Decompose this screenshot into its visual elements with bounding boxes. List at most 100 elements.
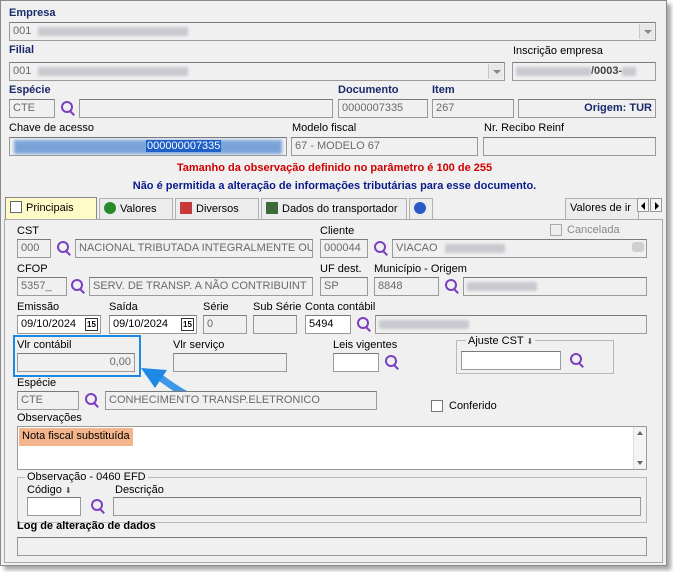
- chevron-down-icon[interactable]: [639, 24, 654, 39]
- inscricao-redacted: [516, 66, 591, 76]
- ajuste-cst-field[interactable]: [461, 351, 561, 370]
- tab-bar: Principais Valores Diversos Dados do tra…: [3, 197, 664, 220]
- gear-icon[interactable]: [632, 242, 644, 252]
- inscricao-value: /0003-: [591, 65, 623, 77]
- conta-label: Conta contábil: [305, 301, 376, 313]
- codigo-label: Código ⬇: [27, 484, 72, 496]
- tab-dados-transportador-label: Dados do transportador: [282, 203, 398, 215]
- search-icon[interactable]: [59, 99, 77, 117]
- especie-field[interactable]: CTE: [9, 99, 55, 118]
- especie-desc-field[interactable]: [79, 99, 333, 118]
- documento-label: Documento: [338, 84, 399, 96]
- cancelada-checkbox[interactable]: [550, 224, 562, 236]
- calendar-icon: [180, 202, 192, 214]
- chevron-left-icon: [641, 202, 645, 210]
- tab-valores[interactable]: Valores: [99, 198, 173, 219]
- search-icon[interactable]: [372, 239, 390, 257]
- info-icon: [414, 202, 426, 214]
- search-icon[interactable]: [89, 497, 107, 515]
- tab-diversos[interactable]: Diversos: [175, 198, 259, 219]
- especie-main-code-field[interactable]: CTE: [17, 391, 79, 410]
- saida-value: 09/10/2024: [113, 318, 169, 330]
- tab-principais-label: Principais: [26, 202, 74, 214]
- chevron-right-icon: [655, 202, 659, 210]
- ajuste-cst-text: Ajuste CST: [468, 335, 524, 347]
- leis-field[interactable]: [333, 353, 379, 372]
- search-icon[interactable]: [69, 277, 87, 295]
- municipio-name-field[interactable]: [463, 277, 647, 296]
- window: Empresa 001 Filial Inscrição empresa 001…: [0, 0, 667, 566]
- filial-select[interactable]: 001: [9, 62, 505, 81]
- search-icon[interactable]: [55, 239, 73, 257]
- filial-label: Filial: [9, 44, 35, 56]
- cst-code-field[interactable]: 000: [17, 239, 51, 258]
- chave-value: 000000007335: [146, 140, 222, 152]
- tab-scroll-right[interactable]: [650, 198, 662, 212]
- descricao-field[interactable]: [113, 497, 641, 516]
- documento-field[interactable]: 0000007335: [338, 99, 428, 118]
- tab-principais[interactable]: Principais: [5, 197, 97, 220]
- uf-label: UF dest.: [320, 263, 362, 275]
- obs-textarea[interactable]: Nota fiscal substituída: [17, 426, 647, 470]
- tab-valores-label: Valores: [120, 203, 157, 215]
- log-label: Log de alteração de dados: [17, 520, 156, 532]
- chave-field[interactable]: 000000007335: [9, 137, 287, 156]
- arrow-down-icon: ⬇: [64, 486, 72, 495]
- modelo-field[interactable]: 67 - MODELO 67: [291, 137, 478, 156]
- empresa-select[interactable]: 001: [9, 22, 656, 41]
- modelo-label: Modelo fiscal: [292, 122, 357, 134]
- subserie-field[interactable]: [253, 315, 297, 334]
- item-field[interactable]: 267: [432, 99, 514, 118]
- obs0460-label: Observação - 0460 EFD: [25, 471, 148, 483]
- codigo-text: Código: [27, 484, 62, 496]
- document-icon: [10, 201, 22, 213]
- inscricao-redacted-end: [622, 66, 637, 76]
- scroll-down-icon[interactable]: [637, 461, 643, 465]
- tab-info[interactable]: [409, 198, 433, 219]
- obs-label: Observações: [17, 412, 82, 424]
- uf-field[interactable]: SP: [320, 277, 368, 296]
- cfop-label: CFOP: [17, 263, 48, 275]
- empresa-code: 001: [13, 25, 32, 37]
- municipio-label: Município - Origem: [374, 263, 467, 275]
- obs-scrollbar[interactable]: [633, 427, 646, 469]
- vlr-servico-field[interactable]: [173, 353, 287, 372]
- conferido-checkbox[interactable]: [431, 400, 443, 412]
- log-field[interactable]: [17, 537, 647, 556]
- emissao-field[interactable]: 09/10/2024 15: [17, 315, 101, 334]
- calendar-icon[interactable]: 15: [181, 318, 194, 331]
- saida-field[interactable]: 09/10/2024 15: [109, 315, 197, 334]
- especie-main-desc-field[interactable]: CONHECIMENTO TRANSP.ELETRONICO: [105, 391, 377, 410]
- codigo-field[interactable]: [27, 497, 81, 516]
- scroll-up-icon[interactable]: [637, 431, 643, 435]
- cliente-code-field[interactable]: 000044: [320, 239, 368, 258]
- cst-desc-field[interactable]: NACIONAL TRIBUTADA INTEGRALMENTE OU: [75, 239, 313, 258]
- cfop-desc-field[interactable]: SERV. DE TRANSP. A NÃO CONTRIBUINT: [89, 277, 313, 296]
- tab-valores-ir[interactable]: Valores de ir: [565, 198, 639, 219]
- cancelada-label: Cancelada: [567, 224, 620, 236]
- tab-dados-transportador[interactable]: Dados do transportador: [261, 198, 407, 219]
- empresa-label: Empresa: [9, 7, 56, 19]
- search-icon[interactable]: [443, 277, 461, 295]
- conta-desc-redacted: [379, 319, 469, 329]
- saida-label: Saída: [109, 301, 138, 313]
- conta-code-field[interactable]: 5494: [305, 315, 351, 334]
- serie-field[interactable]: 0: [203, 315, 247, 334]
- search-icon[interactable]: [355, 315, 373, 333]
- ajuste-cst-label: Ajuste CST ⬇: [466, 335, 536, 347]
- municipio-code-field[interactable]: 8848: [374, 277, 439, 296]
- vlr-contabil-field[interactable]: 0,00: [17, 353, 135, 372]
- cfop-code-field[interactable]: 5357_: [17, 277, 67, 296]
- vlr-contabil-label: Vlr contábil: [17, 339, 72, 351]
- inscricao-field[interactable]: /0003-: [512, 62, 656, 81]
- tab-scroll-left[interactable]: [637, 198, 649, 212]
- principais-panel: CST Cliente Cancelada 000 NACIONAL TRIBU…: [4, 219, 663, 563]
- cliente-name-field[interactable]: VIACAO: [392, 239, 647, 258]
- chevron-down-icon[interactable]: [488, 64, 503, 79]
- search-icon[interactable]: [568, 351, 586, 369]
- conta-desc-field[interactable]: [375, 315, 647, 334]
- calendar-icon[interactable]: 15: [85, 318, 98, 331]
- recibo-field[interactable]: [483, 137, 656, 156]
- search-icon[interactable]: [83, 391, 101, 409]
- search-icon[interactable]: [383, 353, 401, 371]
